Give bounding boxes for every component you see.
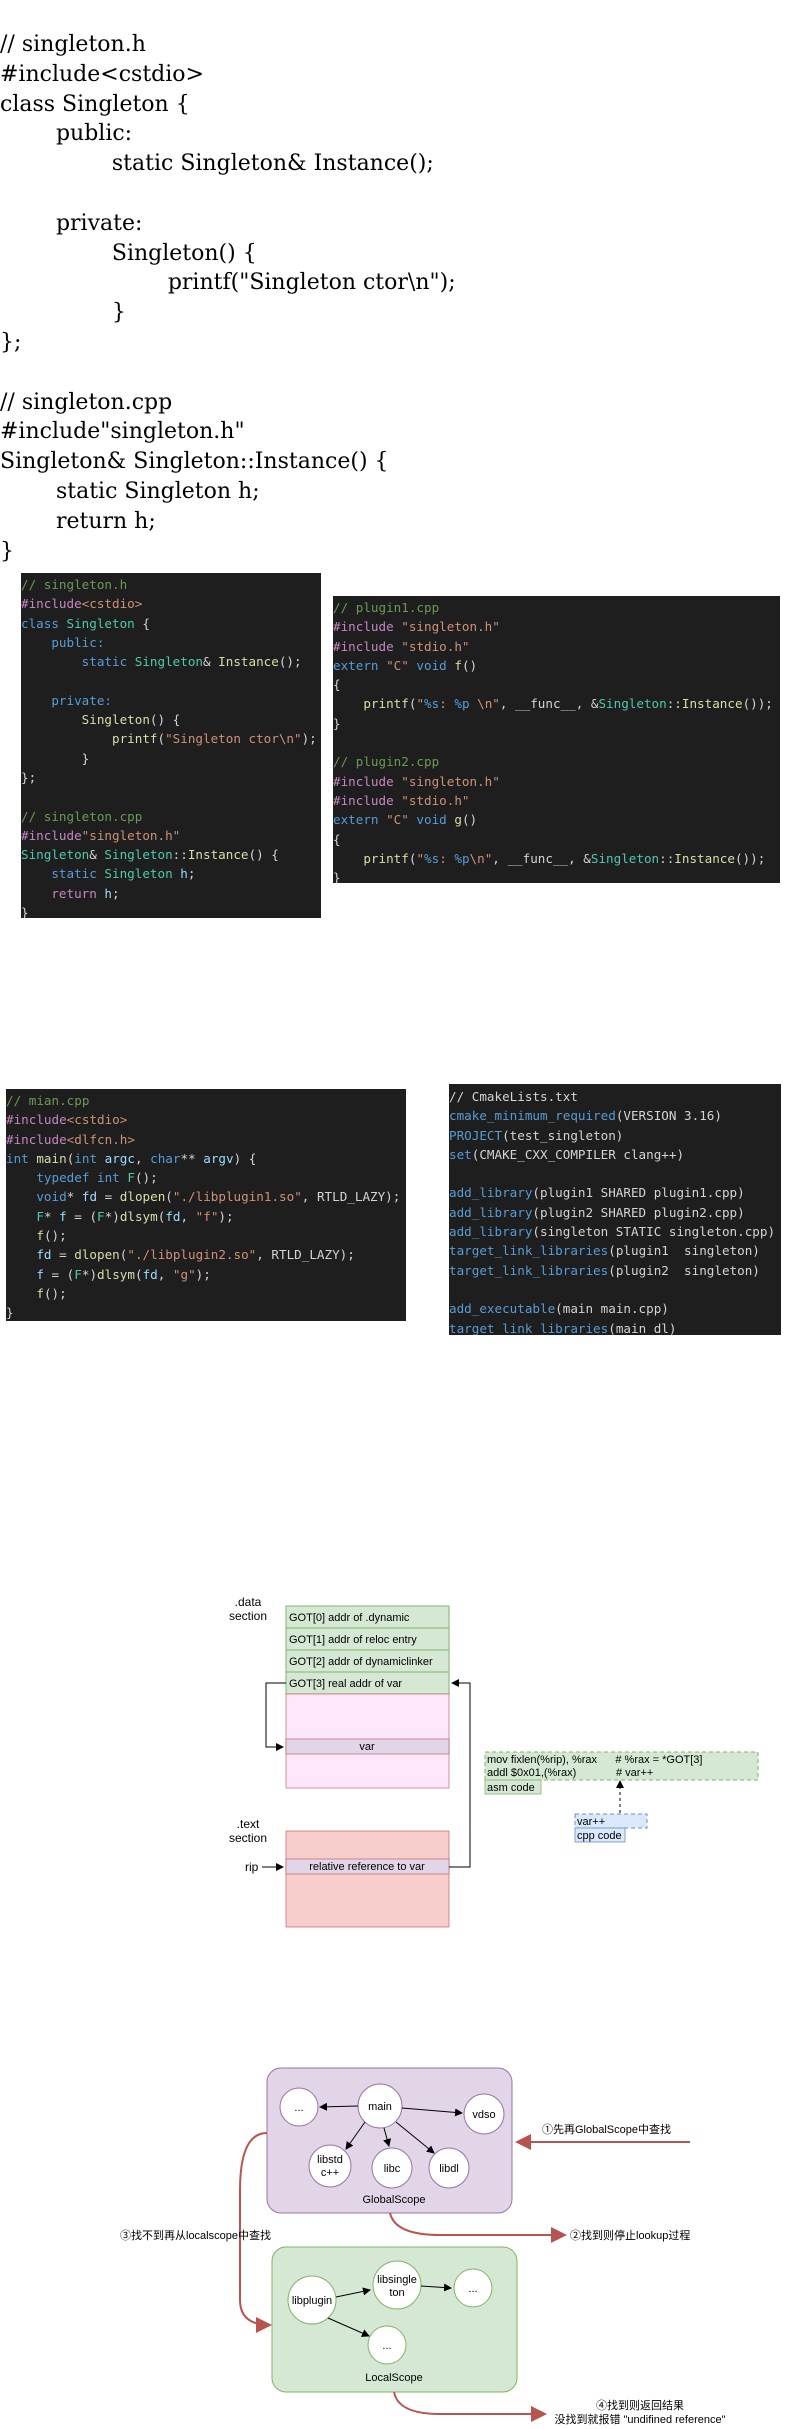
node-dots-1-text: ... — [294, 2102, 303, 2114]
step4-arrow — [393, 2391, 547, 2422]
asm-line-2: addl $0x01,(%rax) # var++ — [487, 1767, 653, 1779]
data-section-label-1: .data — [235, 1595, 262, 1609]
node-libplugin-text: libplugin — [292, 2295, 332, 2307]
got-diagram: .data section GOT[0] addr of .dynamic GO… — [229, 1595, 759, 1928]
asm-tag: asm code — [487, 1782, 535, 1794]
data-section-label-2: section — [229, 1609, 267, 1623]
got-entry-3-text: GOT[3] real addr of var — [289, 1678, 402, 1690]
node-main-text: main — [368, 2101, 392, 2113]
node-libsingleton-text-2: ton — [389, 2287, 404, 2299]
text-section-label-2: section — [229, 1831, 267, 1845]
got-entry-2-text: GOT[2] addr of dynamiclinker — [289, 1656, 433, 1668]
node-libsingleton-text-1: libsingle — [377, 2274, 417, 2286]
asm-line-1: mov fixlen(%rip), %rax # %rax = *GOT[3] — [487, 1754, 702, 1766]
step3-text: ③找不到再从localscope中查找 — [120, 2228, 271, 2242]
node-dots-3-text: ... — [382, 2340, 391, 2352]
cpp-tag: cpp code — [577, 1830, 622, 1842]
node-libdl-text: libdl — [439, 2163, 459, 2175]
ref-to-got3-arrow — [449, 1679, 471, 1868]
got3-to-var-arrow — [265, 1682, 286, 1751]
step4-text-2: 没找到就报错 "undifined reference" — [554, 2412, 725, 2426]
node-libstd-text-2: c++ — [321, 2167, 339, 2179]
cpp-line: var++ — [577, 1816, 605, 1828]
rip-label: rip — [245, 1860, 259, 1874]
got-entry-1-text: GOT[1] addr of reloc entry — [289, 1634, 417, 1646]
step2-text: ②找到则停止lookup过程 — [570, 2228, 690, 2242]
diagrams-canvas: .data section GOT[0] addr of .dynamic GO… — [120, 1595, 759, 2426]
node-dots-2-text: ... — [468, 2283, 477, 2295]
text-section-label-1: .text — [237, 1817, 260, 1831]
step4-text-1: ④找到则返回结果 — [596, 2398, 684, 2412]
text-section-block — [285, 1830, 450, 1928]
got-entry-0-text: GOT[0] addr of .dynamic — [289, 1612, 410, 1624]
global-scope-label: GlobalScope — [363, 2194, 426, 2206]
scope-diagram: GlobalScope ... main vdso libstd c++ lib… — [120, 2067, 726, 2426]
node-libstd-text-1: libstd — [317, 2154, 343, 2166]
relative-ref-text: relative reference to var — [309, 1861, 425, 1873]
node-libstd — [308, 2144, 352, 2188]
step3-arrow — [239, 2132, 272, 2333]
step1-text: ①先再GlobalScope中查找 — [542, 2122, 671, 2136]
step2-arrow — [389, 2212, 567, 2243]
local-scope-label: LocalScope — [365, 2372, 423, 2384]
node-vdso-text: vdso — [472, 2109, 495, 2121]
var-text: var — [359, 1741, 375, 1753]
node-libc-text: libc — [384, 2163, 401, 2175]
